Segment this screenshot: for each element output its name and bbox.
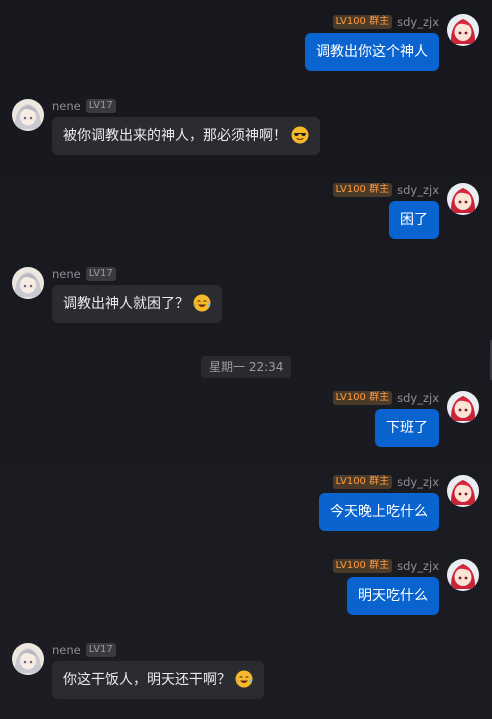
avatar[interactable] (447, 475, 479, 507)
message-meta: LV100 群主 sdy_zjx (332, 14, 439, 30)
level-owner-badge: LV100 群主 (332, 559, 393, 573)
red-hair-girl-avatar-icon (447, 559, 479, 591)
message-meta: nene LV17 (52, 98, 116, 114)
level-badge: LV17 (85, 99, 116, 113)
tears-of-joy-emoji-icon (193, 294, 211, 312)
chat-message-list[interactable]: LV100 群主 sdy_zjx 调教出你这个神人 nene LV17 被你调教… (0, 0, 492, 719)
message-text: 你这干饭人，明天还干啊？ (63, 672, 231, 688)
silver-hair-girl-avatar-icon (12, 643, 44, 675)
sender-name[interactable]: sdy_zjx (397, 475, 439, 489)
sender-name[interactable]: nene (52, 99, 81, 113)
avatar[interactable] (12, 267, 44, 299)
message-bubble[interactable]: 被你调教出来的神人，那必须神啊！ (52, 117, 320, 155)
sender-name[interactable]: nene (52, 643, 81, 657)
red-hair-girl-avatar-icon (447, 183, 479, 215)
message-bubble[interactable]: 调教出神人就困了？ (52, 285, 222, 323)
tears-of-joy-emoji-icon (235, 670, 253, 688)
sender-name[interactable]: nene (52, 267, 81, 281)
red-hair-girl-avatar-icon (447, 14, 479, 46)
sender-name[interactable]: sdy_zjx (397, 15, 439, 29)
message-bubble[interactable]: 今天晚上吃什么 (319, 493, 439, 531)
avatar[interactable] (12, 643, 44, 675)
level-badge: LV17 (85, 267, 116, 281)
message-meta: LV100 群主 sdy_zjx (332, 390, 439, 406)
avatar[interactable] (447, 183, 479, 215)
message-meta: nene LV17 (52, 642, 116, 658)
level-badge: LV17 (85, 643, 116, 657)
sender-name[interactable]: sdy_zjx (397, 183, 439, 197)
silver-hair-girl-avatar-icon (12, 99, 44, 131)
avatar[interactable] (447, 559, 479, 591)
message-meta: nene LV17 (52, 266, 116, 282)
red-hair-girl-avatar-icon (447, 475, 479, 507)
avatar[interactable] (12, 99, 44, 131)
message-meta: LV100 群主 sdy_zjx (332, 182, 439, 198)
level-owner-badge: LV100 群主 (332, 391, 393, 405)
silver-hair-girl-avatar-icon (12, 267, 44, 299)
message-text: 被你调教出来的神人，那必须神啊！ (63, 128, 287, 144)
message-bubble[interactable]: 调教出你这个神人 (305, 33, 439, 71)
level-owner-badge: LV100 群主 (332, 15, 393, 29)
sender-name[interactable]: sdy_zjx (397, 391, 439, 405)
sender-name[interactable]: sdy_zjx (397, 559, 439, 573)
message-bubble[interactable]: 困了 (389, 201, 439, 239)
message-meta: LV100 群主 sdy_zjx (332, 474, 439, 490)
message-bubble[interactable]: 下班了 (375, 409, 439, 447)
red-hair-girl-avatar-icon (447, 391, 479, 423)
timestamp-divider: 星期一 22:34 (201, 356, 292, 378)
level-owner-badge: LV100 群主 (332, 475, 393, 489)
message-text: 调教出神人就困了？ (63, 296, 189, 312)
level-owner-badge: LV100 群主 (332, 183, 393, 197)
message-meta: LV100 群主 sdy_zjx (332, 558, 439, 574)
avatar[interactable] (447, 391, 479, 423)
sunglasses-emoji-icon (291, 126, 309, 144)
message-bubble[interactable]: 明天吃什么 (347, 577, 439, 615)
message-bubble[interactable]: 你这干饭人，明天还干啊？ (52, 661, 264, 699)
avatar[interactable] (447, 14, 479, 46)
